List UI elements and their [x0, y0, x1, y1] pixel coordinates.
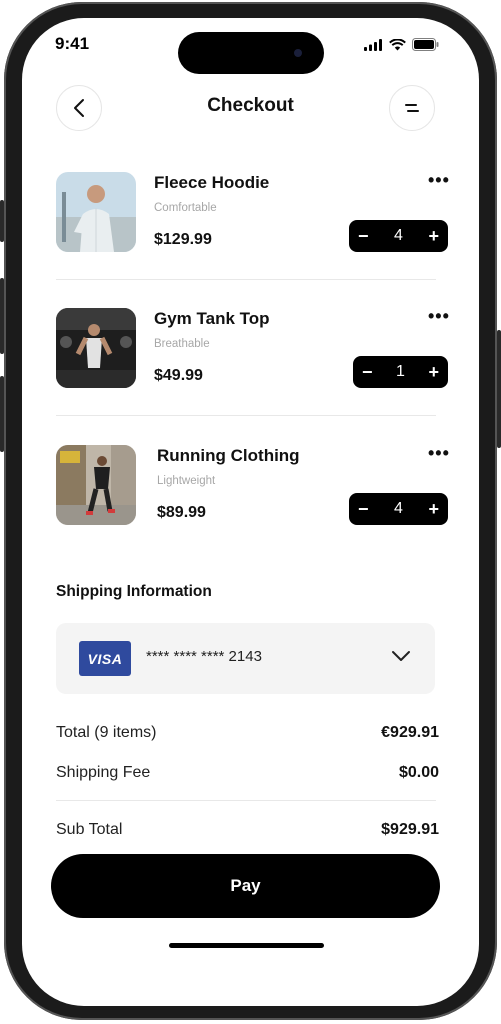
screen: 9:41 Checkout Fleece Hoodie Comfortable … — [22, 18, 479, 1006]
power-button — [497, 330, 501, 448]
shipping-title: Shipping Information — [56, 583, 212, 600]
product-subtitle: Lightweight — [157, 475, 216, 487]
cart-item: Fleece Hoodie Comfortable $129.99 ••• − … — [56, 170, 456, 272]
product-name: Gym Tank Top — [154, 309, 270, 328]
plus-button[interactable]: + — [428, 226, 439, 247]
divider — [56, 415, 436, 416]
home-indicator — [169, 943, 324, 948]
product-image-tank-top — [56, 308, 136, 388]
more-options-button[interactable]: ••• — [428, 170, 450, 191]
cart-item: Running Clothing Lightweight $89.99 ••• … — [56, 443, 456, 545]
quantity-stepper: − 4 + — [349, 493, 448, 525]
minus-button[interactable]: − — [358, 226, 369, 247]
menu-icon — [405, 104, 419, 112]
more-options-button[interactable]: ••• — [428, 443, 450, 464]
product-image-running-clothing — [56, 445, 136, 525]
product-price: $49.99 — [154, 367, 203, 384]
quantity-value: 1 — [396, 363, 405, 380]
quantity-stepper: − 4 + — [349, 220, 448, 252]
wifi-icon — [389, 38, 406, 50]
divider — [56, 800, 436, 801]
chevron-down-icon — [392, 651, 410, 661]
battery-icon — [412, 38, 439, 51]
quantity-value: 4 — [394, 227, 403, 244]
quantity-value: 4 — [394, 500, 403, 517]
camera-icon — [294, 49, 302, 57]
subtotal-label: Sub Total — [56, 821, 123, 838]
pay-button[interactable]: Pay — [51, 854, 440, 918]
card-number: **** **** **** 2143 — [146, 648, 262, 665]
minus-button[interactable]: − — [358, 499, 369, 520]
plus-button[interactable]: + — [428, 499, 439, 520]
product-name: Fleece Hoodie — [154, 173, 270, 192]
divider — [56, 279, 436, 280]
product-price: $89.99 — [157, 504, 206, 521]
volume-up-button — [0, 278, 4, 354]
payment-card-select[interactable]: VISA **** **** **** 2143 — [56, 623, 435, 694]
product-subtitle: Comfortable — [154, 202, 217, 214]
plus-button[interactable]: + — [428, 362, 439, 383]
dynamic-island — [178, 32, 324, 74]
shipping-fee-label: Shipping Fee — [56, 764, 151, 781]
product-name: Running Clothing — [157, 446, 300, 465]
more-options-button[interactable]: ••• — [428, 306, 450, 327]
signal-icon — [364, 38, 382, 51]
product-image-hoodie — [56, 172, 136, 252]
cart-item: Gym Tank Top Breathable $49.99 ••• − 1 + — [56, 306, 456, 408]
total-value: €929.91 — [381, 724, 439, 741]
status-icons — [364, 38, 439, 51]
minus-button[interactable]: − — [362, 362, 373, 383]
action-button — [0, 200, 4, 242]
menu-button[interactable] — [389, 85, 435, 131]
volume-down-button — [0, 376, 4, 452]
subtotal-value: $929.91 — [381, 821, 439, 838]
visa-logo: VISA — [79, 641, 131, 676]
total-label: Total (9 items) — [56, 724, 157, 741]
quantity-stepper: − 1 + — [353, 356, 448, 388]
shipping-fee-value: $0.00 — [398, 764, 439, 781]
product-price: $129.99 — [154, 231, 212, 248]
status-time: 9:41 — [55, 34, 90, 53]
product-subtitle: Breathable — [154, 338, 210, 350]
